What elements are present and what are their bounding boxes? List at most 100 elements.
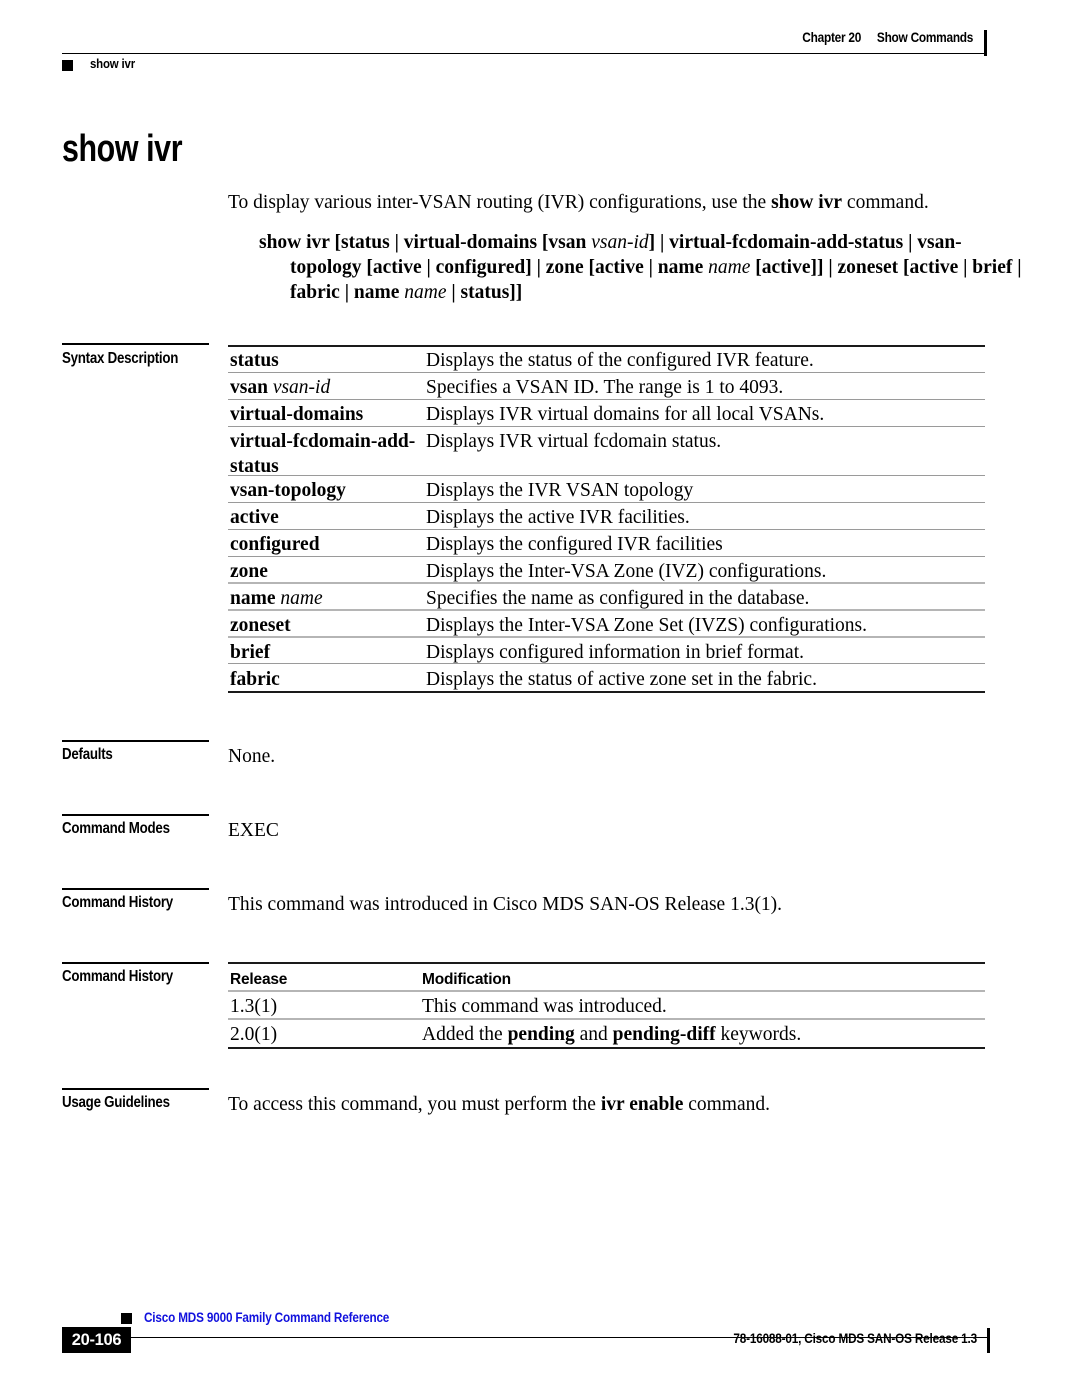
command-modes-value: EXEC	[228, 820, 279, 841]
syntax-row: virtual-domains Displays IVR virtual doma…	[230, 402, 990, 427]
defaults-value: None.	[228, 746, 276, 767]
footer-doc-id: 78-16088-01, Cisco MDS SAN-OS Release 1.…	[733, 1331, 977, 1346]
usage-suffix: command.	[683, 1094, 771, 1115]
syntax-var-name-2: name	[404, 282, 447, 303]
document-page: Chapter 20 Show Commands show ivr show iv…	[0, 0, 1080, 1397]
syntax-term: active	[230, 507, 279, 528]
usage-guidelines-rule	[62, 1088, 209, 1090]
syntax-desc: Displays the Inter-VSA Zone Set (IVZS) c…	[426, 615, 867, 636]
history-mod-text: Added the	[422, 1024, 508, 1045]
syntax-desc: Displays IVR virtual domains for all loc…	[426, 404, 825, 425]
syntax-term: vsan	[230, 377, 268, 398]
syntax-part-4: | status]]	[446, 282, 523, 303]
syntax-part-1: show ivr [status | virtual-domains [vsan	[259, 232, 592, 253]
syntax-desc: Displays the status of active zone set i…	[426, 669, 817, 690]
page-number-badge: 20-106	[62, 1327, 131, 1353]
history-mod-conjunction: and	[574, 1024, 613, 1045]
history-table-row: 1.3(1) This command was introduced.	[230, 994, 990, 1019]
command-history-table-rule	[62, 962, 209, 964]
syntax-description-rule	[62, 343, 209, 345]
syntax-table-top-rule	[228, 345, 985, 347]
history-mod-keyword-1: pending	[507, 1024, 575, 1045]
section-label-command-history-2: Command History	[62, 968, 173, 985]
syntax-term: zoneset	[230, 615, 291, 636]
syntax-desc: Displays IVR virtual fcdomain status.	[426, 431, 722, 452]
intro-prefix: To display various inter-VSAN routing (I…	[228, 192, 772, 213]
syntax-desc: Specifies the name as configured in the …	[426, 588, 810, 609]
intro-command: show ivr	[771, 192, 843, 213]
syntax-row: brief Displays configured information in …	[230, 640, 990, 665]
page-title: show ivr	[62, 128, 183, 170]
history-modification: Added the pending and pending-diff keywo…	[422, 1022, 801, 1047]
section-label-command-history: Command History	[62, 894, 173, 911]
footer-doc-title: Cisco MDS 9000 Family Command Reference	[144, 1310, 390, 1325]
page-header: Chapter 20 Show Commands show ivr	[62, 30, 987, 78]
usage-prefix: To access this command, you must perform…	[228, 1094, 601, 1115]
syntax-desc: Displays the configured IVR facilities	[426, 534, 723, 555]
history-mod-tail: keywords.	[715, 1024, 802, 1045]
section-label-command-modes: Command Modes	[62, 820, 170, 837]
history-release: 1.3(1)	[230, 996, 278, 1017]
command-modes-rule	[62, 814, 209, 816]
command-history-rule	[62, 888, 209, 890]
syntax-row: active Displays the active IVR facilities…	[230, 505, 990, 530]
syntax-term: brief	[230, 642, 271, 663]
bullet-square-icon	[62, 60, 73, 71]
section-label-defaults: Defaults	[62, 746, 113, 763]
command-syntax: show ivr [status | virtual-domains [vsan…	[259, 230, 1025, 305]
history-table-bottom-rule	[228, 1047, 985, 1049]
syntax-term: vsan-topology	[230, 480, 346, 501]
syntax-var-vsanid: vsan-id	[591, 232, 649, 253]
usage-command: ivr enable	[600, 1094, 684, 1115]
syntax-row: fabric Displays the status of active zone…	[230, 667, 990, 692]
syntax-row: status Displays the status of the configu…	[230, 348, 990, 373]
intro-suffix: command.	[842, 192, 929, 213]
footer-bullet-square-icon	[121, 1313, 132, 1324]
syntax-row: zoneset Displays the Inter-VSA Zone Set (…	[230, 613, 990, 638]
history-table-header-row: Release Modification	[230, 967, 990, 992]
syntax-desc: Displays the IVR VSAN topology	[426, 480, 694, 501]
syntax-desc: Displays the status of the configured IV…	[426, 350, 814, 371]
history-header-modification: Modification	[422, 971, 511, 988]
header-divider	[62, 53, 987, 54]
usage-guidelines-text: To access this command, you must perform…	[228, 1092, 988, 1117]
syntax-row: vsan-topology Displays the IVR VSAN topol…	[230, 478, 990, 503]
syntax-var-name-1: name	[708, 257, 751, 278]
header-section: Show Commands	[876, 30, 974, 45]
defaults-rule	[62, 740, 209, 742]
syntax-term: fabric	[230, 669, 280, 690]
syntax-desc: Specifies a VSAN ID. The range is 1 to 4…	[426, 377, 784, 398]
syntax-term-variable: vsan-id	[272, 377, 331, 398]
history-header-release: Release	[230, 971, 288, 988]
history-release: 2.0(1)	[230, 1024, 278, 1045]
intro-paragraph: To display various inter-VSAN routing (I…	[228, 190, 988, 216]
running-head: show ivr	[90, 56, 136, 71]
syntax-term: name	[230, 588, 276, 609]
syntax-desc: Displays the Inter-VSA Zone (IVZ) config…	[426, 561, 827, 582]
history-table-row: 2.0(1) Added the pending and pending-diff…	[230, 1022, 990, 1047]
syntax-term: status	[230, 350, 279, 371]
history-modification: This command was introduced.	[422, 994, 667, 1019]
section-label-usage-guidelines: Usage Guidelines	[62, 1094, 170, 1111]
syntax-desc: Displays the active IVR facilities.	[426, 507, 690, 528]
header-chapter-info: Chapter 20 Show Commands	[802, 30, 973, 45]
header-chapter: Chapter 20	[802, 30, 861, 45]
syntax-row: vsan vsan-id Specifies a VSAN ID. The ran…	[230, 375, 990, 400]
section-label-syntax-description: Syntax Description	[62, 350, 179, 367]
history-table-top-rule	[228, 962, 985, 964]
syntax-term-variable: name	[280, 588, 323, 609]
syntax-term: virtual-fcdomain-add-status	[230, 431, 416, 477]
footer-edge-marker	[987, 1328, 990, 1353]
syntax-row: zone Displays the Inter-VSA Zone (IVZ) co…	[230, 559, 990, 584]
syntax-row: configured Displays the configured IVR fa…	[230, 532, 990, 557]
syntax-row: virtual-fcdomain-add-status Displays IVR …	[230, 429, 990, 479]
syntax-row: name name Specifies the name as configure…	[230, 586, 990, 611]
history-mod-keyword-2: pending-diff	[612, 1024, 716, 1045]
syntax-term: virtual-domains	[230, 404, 364, 425]
command-history-text: This command was introduced in Cisco MDS…	[228, 894, 783, 915]
history-mod-text: This command was introduced.	[422, 996, 667, 1017]
syntax-term: configured	[230, 534, 320, 555]
syntax-term: zone	[230, 561, 268, 582]
header-edge-marker	[984, 30, 987, 56]
syntax-desc: Displays configured information in brief…	[426, 642, 804, 663]
